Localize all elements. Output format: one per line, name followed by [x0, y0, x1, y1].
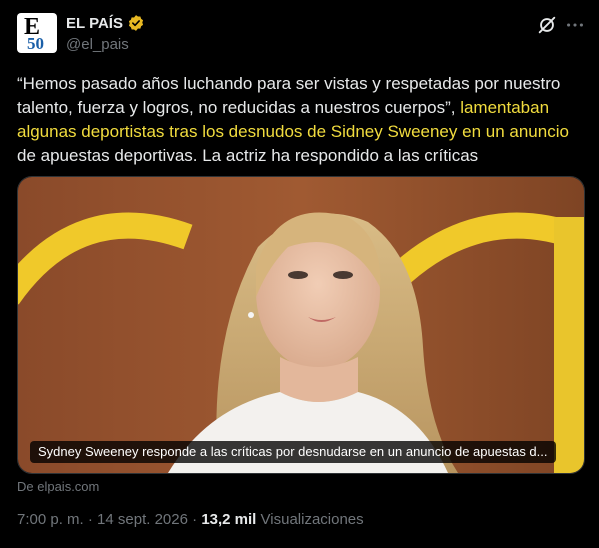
views-label: Visualizaciones — [260, 511, 364, 528]
tweet-text: “Hemos pasado años luchando para ser vis… — [17, 72, 589, 168]
author-name[interactable]: EL PAÍS — [66, 15, 123, 32]
tweet: E 50 EL PAÍS @el_pais “Hemos pasado años… — [0, 0, 599, 548]
card-image — [18, 177, 584, 473]
card-caption: Sydney Sweeney responde a las críticas p… — [30, 441, 556, 463]
more-options-icon[interactable] — [564, 14, 586, 36]
tweet-text-tail: de apuestas deportivas. La actriz ha res… — [17, 146, 479, 165]
author-handle[interactable]: @el_pais — [66, 36, 129, 53]
author-row: EL PAÍS — [66, 14, 145, 32]
tweet-date[interactable]: 14 sept. 2026 — [97, 511, 188, 528]
grok-icon[interactable] — [536, 14, 558, 36]
meta-separator: · — [87, 511, 93, 528]
avatar[interactable]: E 50 — [17, 13, 57, 53]
views-count: 13,2 mil — [201, 511, 257, 528]
avatar-number: 50 — [27, 34, 44, 53]
meta-separator: · — [192, 511, 198, 528]
verified-badge-icon — [128, 15, 144, 31]
link-card[interactable]: Sydney Sweeney responde a las críticas p… — [17, 176, 585, 474]
card-source[interactable]: De elpais.com — [17, 479, 99, 494]
tweet-meta: 7:00 p. m. · 14 sept. 2026 · 13,2 mil Vi… — [17, 511, 364, 528]
tweet-time[interactable]: 7:00 p. m. — [17, 511, 84, 528]
